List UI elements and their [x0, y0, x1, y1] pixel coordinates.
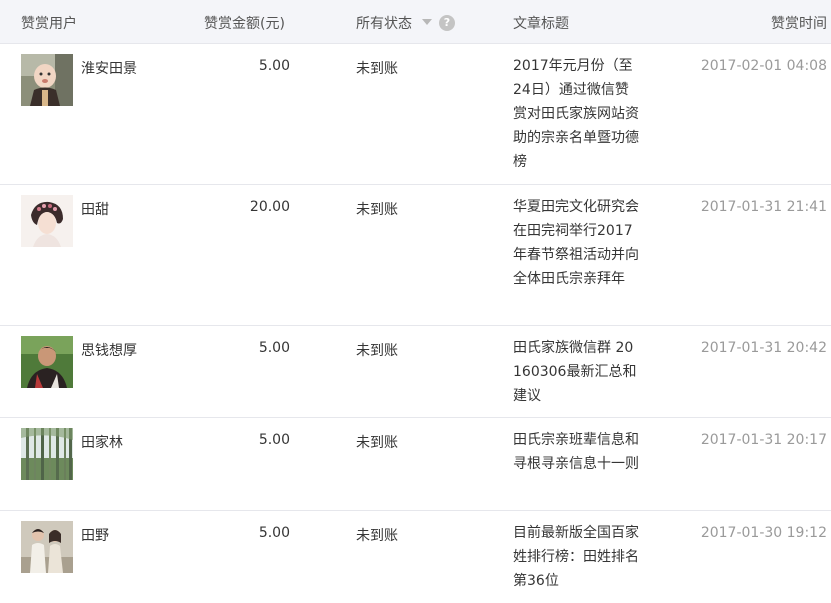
reward-time: 2017-01-31 21:41 — [700, 199, 827, 215]
column-header-user: 赞赏用户 — [21, 16, 77, 32]
status-text: 未到账 — [356, 343, 398, 359]
reward-amount: 5.00 — [258, 58, 290, 74]
reward-amount: 5.00 — [258, 525, 290, 541]
status-filter-dropdown[interactable]: 所有状态? — [356, 13, 455, 33]
reward-amount: 5.00 — [258, 340, 290, 356]
user-name[interactable]: 田野 — [81, 525, 109, 545]
table-header: 赞赏用户 赞赏金额(元) 所有状态? 文章标题 赞赏时间 — [0, 0, 831, 44]
caret-down-icon[interactable] — [422, 19, 432, 25]
reward-amount: 5.00 — [258, 432, 290, 448]
avatar — [21, 428, 73, 480]
column-header-amount: 赞赏金额(元) — [204, 16, 285, 32]
status-text: 未到账 — [356, 435, 398, 451]
table-row: 思钱想厚 5.00 未到账 田氏家族微信群 20160306最新汇总和建议 20… — [0, 326, 831, 418]
article-title-link[interactable]: 2017年元月份（至24日）通过微信赞赏对田氏家族网站资助的宗亲名单暨功德榜 — [513, 54, 639, 174]
status-text: 未到账 — [356, 61, 398, 77]
article-title-link[interactable]: 田氏家族微信群 20160306最新汇总和建议 — [513, 336, 639, 408]
reward-time: 2017-01-31 20:42 — [700, 340, 827, 356]
avatar — [21, 521, 73, 573]
user-name[interactable]: 淮安田景 — [81, 58, 137, 78]
table-row: 田甜 20.00 未到账 华夏田完文化研究会在田完祠举行2017年春节祭祖活动并… — [0, 185, 831, 326]
table-row: 田野 5.00 未到账 目前最新版全国百家姓排行榜：田姓排名第36位 2017-… — [0, 511, 831, 603]
article-title-link[interactable]: 田氏宗亲班辈信息和寻根寻亲信息十一则 — [513, 428, 639, 476]
article-title-link[interactable]: 华夏田完文化研究会在田完祠举行2017年春节祭祖活动并向全体田氏宗亲拜年 — [513, 195, 639, 291]
reward-time: 2017-01-31 20:17 — [700, 432, 827, 448]
reward-time: 2017-02-01 04:08 — [700, 58, 827, 74]
article-title-link[interactable]: 目前最新版全国百家姓排行榜：田姓排名第36位 — [513, 521, 639, 593]
user-name[interactable]: 田家林 — [81, 432, 123, 452]
help-icon[interactable]: ? — [439, 15, 455, 31]
table-row: 田家林 5.00 未到账 田氏宗亲班辈信息和寻根寻亲信息十一则 2017-01-… — [0, 418, 831, 511]
reward-amount: 20.00 — [249, 199, 290, 215]
column-header-time: 赞赏时间 — [771, 16, 827, 32]
user-name[interactable]: 思钱想厚 — [81, 340, 137, 360]
status-text: 未到账 — [356, 528, 398, 544]
column-header-status: 所有状态 — [356, 16, 412, 32]
table-row: 淮安田景 5.00 未到账 2017年元月份（至24日）通过微信赞赏对田氏家族网… — [0, 44, 831, 185]
avatar — [21, 195, 73, 247]
user-name[interactable]: 田甜 — [81, 199, 109, 219]
avatar — [21, 54, 73, 106]
status-text: 未到账 — [356, 202, 398, 218]
reward-time: 2017-01-30 19:12 — [700, 525, 827, 541]
column-header-title: 文章标题 — [513, 16, 569, 32]
avatar — [21, 336, 73, 388]
